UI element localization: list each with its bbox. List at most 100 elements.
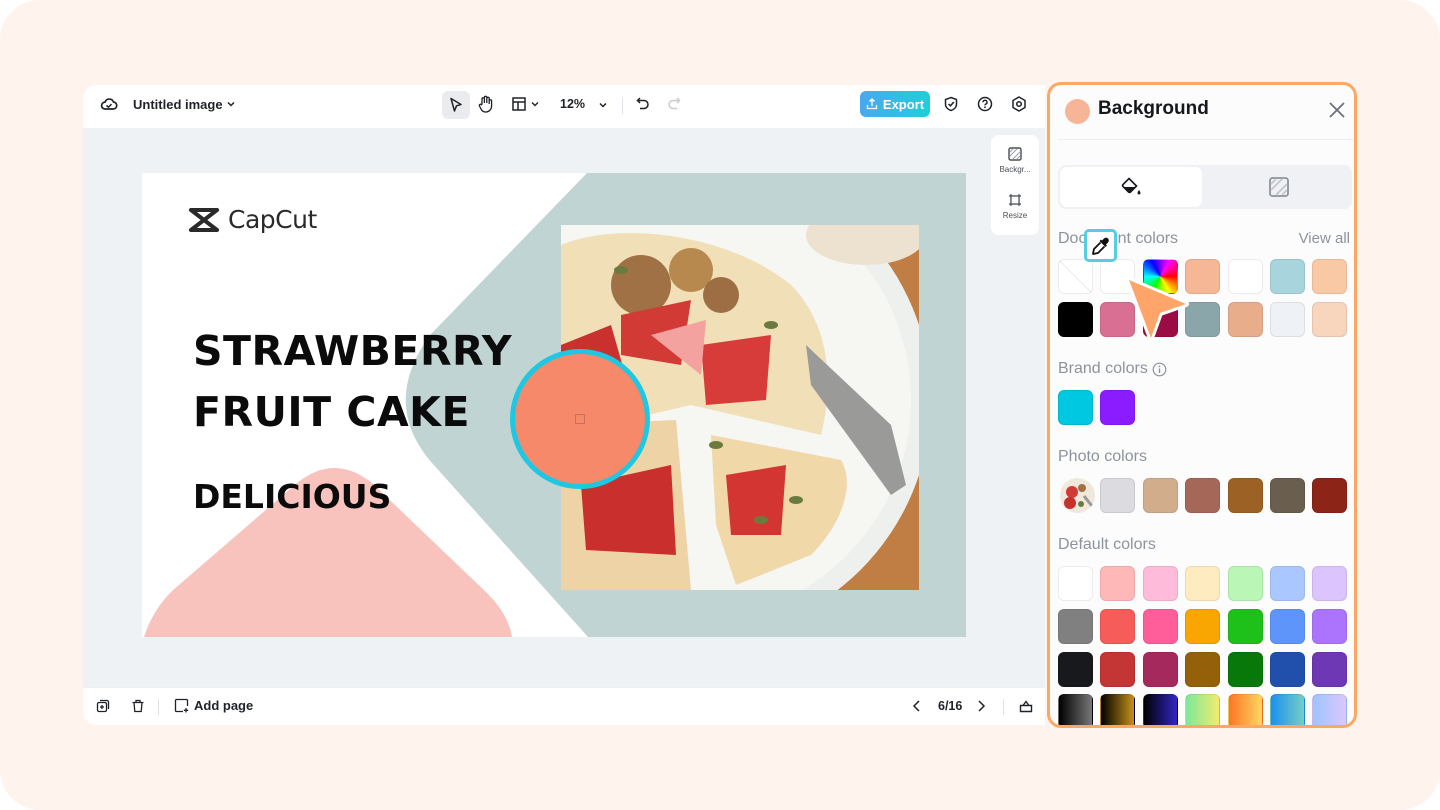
subheading-text[interactable]: DELICIOUS: [193, 477, 391, 516]
panel-header: Background: [1058, 85, 1354, 140]
default-color-swatch[interactable]: [1228, 566, 1263, 601]
shield-button[interactable]: [943, 96, 959, 112]
zoom-level[interactable]: 12%: [560, 97, 585, 111]
upload-icon: [866, 98, 878, 110]
default-color-swatch[interactable]: [1270, 694, 1305, 725]
photo-thumbnail-image: [1060, 478, 1095, 513]
document-color-swatch[interactable]: [1058, 302, 1093, 337]
resize-tool-label: Resize: [1002, 211, 1028, 220]
default-color-swatch[interactable]: [1143, 609, 1178, 644]
info-icon[interactable]: [1152, 362, 1167, 377]
default-color-swatch[interactable]: [1100, 566, 1135, 601]
headline-line-1: STRAWBERRY: [193, 327, 513, 375]
default-color-swatch[interactable]: [1312, 609, 1347, 644]
default-color-swatch[interactable]: [1312, 566, 1347, 601]
document-title[interactable]: Untitled image: [133, 97, 223, 112]
close-panel-button[interactable]: [1326, 99, 1348, 121]
layout-button[interactable]: [512, 97, 540, 111]
redo-button[interactable]: [667, 96, 681, 110]
default-color-swatch[interactable]: [1185, 652, 1220, 687]
default-color-swatch[interactable]: [1228, 652, 1263, 687]
brand-color-swatch[interactable]: [1100, 390, 1135, 425]
default-color-swatch[interactable]: [1312, 652, 1347, 687]
photo-color-swatch[interactable]: [1270, 478, 1305, 513]
default-color-swatch[interactable]: [1270, 609, 1305, 644]
default-color-swatch[interactable]: [1058, 566, 1093, 601]
default-color-swatch[interactable]: [1058, 609, 1093, 644]
export-button[interactable]: Export: [860, 91, 930, 117]
document-color-swatch[interactable]: [1312, 259, 1347, 294]
resize-tool-button[interactable]: Resize: [991, 193, 1039, 220]
document-color-swatch[interactable]: [1228, 259, 1263, 294]
default-color-swatch[interactable]: [1185, 566, 1220, 601]
trash-icon: [132, 699, 144, 713]
zoom-chevron-down-icon[interactable]: [597, 99, 609, 111]
add-page-label: Add page: [194, 698, 254, 713]
photo-color-swatch[interactable]: [1100, 478, 1135, 513]
default-color-swatch[interactable]: [1228, 694, 1263, 725]
background-tool-button[interactable]: Backgr...: [991, 147, 1039, 174]
page-panel-toggle[interactable]: [1019, 699, 1033, 713]
document-color-swatch[interactable]: [1270, 302, 1305, 337]
delete-page-button[interactable]: [131, 699, 145, 713]
photo-color-swatch[interactable]: [1312, 478, 1347, 513]
default-color-swatch[interactable]: [1100, 694, 1135, 725]
previous-page-button[interactable]: [911, 699, 923, 713]
default-color-swatch[interactable]: [1058, 694, 1093, 725]
tab-fill[interactable]: [1060, 167, 1202, 207]
default-color-swatch[interactable]: [1185, 694, 1220, 725]
default-color-swatch[interactable]: [1185, 609, 1220, 644]
photo-colors-label: Photo colors: [1058, 448, 1147, 465]
default-color-swatch[interactable]: [1228, 609, 1263, 644]
redo-icon: [668, 97, 681, 110]
document-color-swatch[interactable]: [1270, 259, 1305, 294]
no-color-swatch[interactable]: [1058, 259, 1093, 294]
default-color-swatch[interactable]: [1143, 694, 1178, 725]
default-color-swatch[interactable]: [1100, 652, 1135, 687]
default-color-swatch[interactable]: [1270, 652, 1305, 687]
undo-button[interactable]: [636, 96, 650, 110]
resize-icon: [1009, 194, 1021, 206]
photo-color-swatch[interactable]: [1228, 478, 1263, 513]
photo-color-swatch[interactable]: [1185, 478, 1220, 513]
chevron-down-icon: [531, 102, 539, 107]
circle-center-handle[interactable]: [575, 414, 585, 424]
default-color-swatch[interactable]: [1100, 609, 1135, 644]
document-colors-label: Document colors: [1058, 230, 1179, 247]
default-color-swatch[interactable]: [1143, 566, 1178, 601]
next-page-button[interactable]: [975, 699, 987, 713]
default-color-swatch[interactable]: [1058, 652, 1093, 687]
side-tool-panel: Backgr... Resize: [991, 135, 1039, 235]
export-label: Export: [882, 96, 925, 112]
cursor-arrow-icon: [1126, 277, 1189, 341]
logo-text: CapCut: [228, 205, 317, 234]
view-all-link[interactable]: View all: [1299, 230, 1350, 247]
select-tool-button[interactable]: [442, 91, 470, 119]
brand-color-swatch[interactable]: [1058, 390, 1093, 425]
photo-thumbnail-swatch[interactable]: [1060, 478, 1095, 513]
default-color-swatch[interactable]: [1312, 694, 1347, 725]
default-color-swatch[interactable]: [1270, 566, 1305, 601]
tab-pattern[interactable]: [1208, 167, 1350, 207]
background-icon: [1008, 147, 1022, 161]
pattern-icon: [1269, 177, 1289, 197]
fill-type-tabs: [1058, 165, 1352, 209]
expand-up-icon: [1019, 700, 1033, 713]
headline-text[interactable]: STRAWBERRY FRUIT CAKE: [193, 321, 512, 443]
document-color-swatch[interactable]: [1312, 302, 1347, 337]
selected-circle-element[interactable]: [510, 349, 650, 489]
hand-tool-button[interactable]: [478, 95, 494, 113]
add-page-button[interactable]: Add page: [174, 698, 253, 713]
design-canvas[interactable]: CapCut STRAWBERRY FRUIT CAKE DELICIOUS: [142, 173, 966, 637]
background-tool-label: Backgr...: [999, 165, 1031, 174]
help-button[interactable]: [977, 96, 993, 112]
document-color-swatch[interactable]: [1228, 302, 1263, 337]
photo-color-swatch[interactable]: [1143, 478, 1178, 513]
settings-button[interactable]: [1011, 96, 1027, 112]
title-chevron-down-icon[interactable]: [225, 98, 237, 110]
eyedropper-swatch[interactable]: [1084, 229, 1117, 262]
duplicate-page-button[interactable]: [96, 699, 110, 713]
default-color-swatch[interactable]: [1143, 652, 1178, 687]
capcut-logo-icon: [189, 207, 219, 232]
cloud-icon[interactable]: [100, 96, 118, 112]
